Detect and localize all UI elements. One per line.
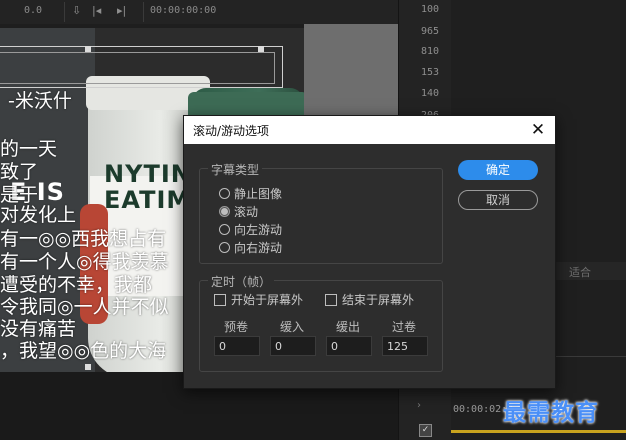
ok-button[interactable]: 确定 — [458, 160, 538, 180]
timing-legend: 定时（帧） — [208, 273, 275, 290]
cup-text: NYTIN — [104, 160, 192, 188]
panel-value: 153 — [421, 67, 440, 78]
caption-line: 有一个人◎得我羡慕 — [0, 251, 169, 273]
resize-handle[interactable] — [85, 46, 91, 52]
dialog-titlebar: 滚动/游动选项 ✕ — [184, 116, 555, 144]
radio-roll[interactable]: 滚动 — [219, 203, 258, 219]
resize-handle[interactable] — [85, 364, 91, 370]
caption-line: 令我同◎一人并不似 — [0, 296, 169, 318]
ease-out-label: 缓出 — [336, 320, 361, 334]
step-forward-icon[interactable]: ▸| — [117, 4, 126, 17]
program-monitor-toolbar: 0.0 ⇩ |◂ ▸| 00:00:00:00 — [0, 0, 400, 24]
postroll-label: 过卷 — [392, 320, 417, 334]
caption-line: 致了 — [0, 161, 39, 183]
panel-value: 965 — [421, 26, 440, 37]
radio-label: 滚动 — [234, 204, 259, 219]
radio-button-icon[interactable] — [219, 223, 230, 235]
radio-label: 向右游动 — [234, 240, 283, 255]
step-back-icon[interactable]: |◂ — [92, 4, 101, 17]
clip-label: 适合 — [569, 266, 591, 279]
toolbar-divider — [64, 2, 65, 22]
panel-value: 810 — [421, 46, 440, 57]
radio-still[interactable]: 静止图像 — [219, 185, 282, 201]
caption-line: 的一天 — [0, 138, 58, 160]
preroll-label: 预卷 — [224, 320, 249, 334]
toolbar-divider — [143, 2, 144, 22]
work-area-bar[interactable] — [451, 430, 626, 433]
marker-icon[interactable]: ⇩ — [72, 4, 81, 17]
postroll-input[interactable] — [382, 336, 428, 356]
checkbox-label: 开始于屏幕外 — [231, 293, 304, 307]
resize-handle[interactable] — [258, 46, 264, 52]
caption-line: 有一◎◎西我想占有 — [0, 228, 167, 250]
radio-crawl-right[interactable]: 向右游动 — [219, 239, 282, 255]
panel-value: 140 — [421, 88, 440, 99]
checkbox-checked-icon[interactable]: ✓ — [419, 424, 432, 437]
preroll-input[interactable] — [214, 336, 260, 356]
cup-text: EATIM — [104, 186, 192, 214]
radio-button-selected-icon[interactable] — [219, 205, 230, 217]
timecode-display: 00:00:00:00 — [150, 5, 217, 16]
caption-line: ，我望◎◎色的大海 — [0, 340, 167, 362]
radio-label: 向左游动 — [234, 222, 283, 237]
panel-value: 100 — [421, 4, 440, 15]
radio-crawl-left[interactable]: 向左游动 — [219, 221, 282, 237]
caption-line: 没有痛苦 — [0, 318, 77, 340]
start-offscreen-checkbox[interactable]: 开始于屏幕外 — [214, 291, 303, 308]
caption-type-legend: 字幕类型 — [208, 161, 263, 178]
checkbox-label: 结束于屏幕外 — [342, 293, 415, 307]
playhead-value: 0.0 — [24, 5, 43, 16]
caption-line: 遭受的不幸，我都 — [0, 274, 153, 296]
ease-in-input[interactable] — [270, 336, 316, 356]
cancel-button[interactable]: 取消 — [458, 190, 538, 210]
watermark-logo: 最需教育 — [503, 399, 599, 426]
caption-line: 对发化上 — [0, 204, 77, 226]
radio-button-icon[interactable] — [219, 187, 230, 199]
checkbox-icon[interactable] — [214, 293, 226, 306]
radio-button-icon[interactable] — [219, 241, 230, 253]
caption-line: -米沃什 — [8, 90, 72, 112]
action-safe-frame — [0, 52, 275, 84]
end-offscreen-checkbox[interactable]: 结束于屏幕外 — [325, 291, 414, 308]
ease-out-input[interactable] — [326, 336, 372, 356]
radio-label: 静止图像 — [234, 186, 283, 201]
checkbox-icon[interactable] — [325, 293, 337, 306]
dialog-title: 滚动/游动选项 — [193, 124, 270, 138]
ease-in-label: 缓入 — [280, 320, 305, 334]
chevron-right-icon[interactable]: › — [417, 400, 421, 411]
close-icon[interactable]: ✕ — [527, 119, 549, 141]
